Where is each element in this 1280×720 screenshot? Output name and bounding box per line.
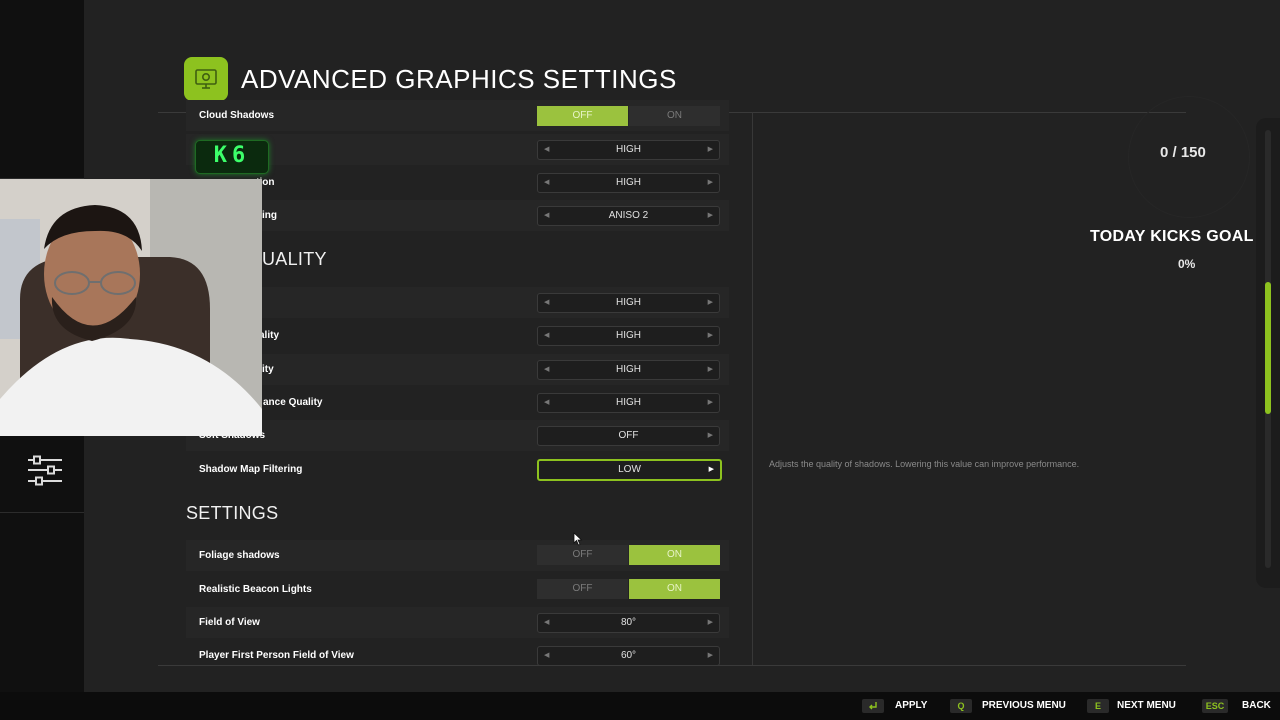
setting-selector[interactable]: ◀ ANISO 2 ▶ xyxy=(537,206,720,226)
setting-label: Field of View xyxy=(199,617,260,628)
setting-row-soft-shadows[interactable]: Soft Shadows OFF ▶ xyxy=(186,420,729,451)
setting-label: Foliage shadows xyxy=(199,550,280,561)
setting-row-field-of-view[interactable]: Field of View ◀ 80° ▶ xyxy=(186,607,729,638)
back-button[interactable]: ESC BACK xyxy=(1202,699,1276,713)
toggle-on-option[interactable]: ON xyxy=(629,545,720,565)
setting-label: ance Quality xyxy=(263,397,323,408)
setting-label: ity xyxy=(262,364,274,375)
setting-row-foliage-shadows[interactable]: Foliage shadows OFF ON xyxy=(186,540,729,571)
column-divider xyxy=(752,112,753,665)
setting-label: ality xyxy=(259,330,280,341)
key-hint: ESC xyxy=(1202,699,1228,713)
selector-value: LOW xyxy=(618,464,641,475)
selector-value: HIGH xyxy=(616,297,641,308)
previous-menu-button[interactable]: Q PREVIOUS MENU xyxy=(950,699,1070,713)
setting-selector[interactable]: ◀ HIGH ▶ xyxy=(537,326,720,346)
toggle-off-option[interactable]: OFF xyxy=(537,579,628,599)
toggle-off-option[interactable]: OFF xyxy=(537,545,628,565)
goal-progress-fill xyxy=(1265,282,1271,414)
selector-value: HIGH xyxy=(616,364,641,375)
selector-value: ANISO 2 xyxy=(608,210,649,221)
setting-row-first-person-fov[interactable]: Player First Person Field of View ◀ 60° … xyxy=(186,640,729,665)
cloud-shadows-toggle[interactable]: OFF ON xyxy=(537,106,720,126)
setting-row-realistic-beacon-lights[interactable]: Realistic Beacon Lights OFF ON xyxy=(186,574,729,605)
next-menu-button[interactable]: E NEXT MENU xyxy=(1087,699,1179,713)
foliage-shadows-toggle[interactable]: OFF ON xyxy=(537,545,720,565)
arrow-right-icon[interactable]: ▶ xyxy=(708,174,713,192)
setting-description: Adjusts the quality of shadows. Lowering… xyxy=(769,459,1080,469)
k6-badge: K6 xyxy=(195,140,269,174)
sidebar-divider xyxy=(0,512,84,513)
apply-button[interactable]: APPLY xyxy=(862,699,932,713)
setting-row-shadow-map-filtering[interactable]: Shadow Map Filtering LOW ▶ xyxy=(186,454,729,485)
setting-selector[interactable]: ◀ HIGH ▶ xyxy=(537,360,720,380)
setting-label: Realistic Beacon Lights xyxy=(199,584,312,595)
shadow-map-filtering-selector[interactable]: LOW ▶ xyxy=(537,459,722,481)
setting-selector[interactable]: ◀ HIGH ▶ xyxy=(537,140,720,160)
arrow-right-icon[interactable]: ▶ xyxy=(708,427,713,445)
arrow-right-icon[interactable]: ▶ xyxy=(708,141,713,159)
selector-value: HIGH xyxy=(616,177,641,188)
monitor-settings-icon xyxy=(184,57,228,101)
setting-label: ing xyxy=(262,210,277,221)
setting-row[interactable]: ance Quality ◀ HIGH ▶ xyxy=(186,387,729,418)
goal-percent: 0% xyxy=(1178,257,1196,271)
arrow-right-icon[interactable]: ▶ xyxy=(708,361,713,379)
enter-key-icon xyxy=(862,699,884,713)
page-title: ADVANCED GRAPHICS SETTINGS xyxy=(241,64,677,94)
selector-value: HIGH xyxy=(616,330,641,341)
arrow-right-icon[interactable]: ▶ xyxy=(708,294,713,312)
goal-title: TODAY KICKS GOAL xyxy=(1090,228,1254,245)
setting-selector[interactable]: ◀ HIGH ▶ xyxy=(537,293,720,313)
selector-value: 60° xyxy=(620,650,637,661)
section-title-settings: SETTINGS xyxy=(186,503,279,523)
setting-label: Player First Person Field of View xyxy=(199,650,354,661)
beacon-lights-toggle[interactable]: OFF ON xyxy=(537,579,720,599)
setting-label: Shadow Map Filtering xyxy=(199,464,303,475)
kick-counter: 0 / 150 xyxy=(1160,144,1206,161)
arrow-right-icon[interactable]: ▶ xyxy=(708,647,713,665)
bottom-divider xyxy=(158,665,1186,666)
mouse-cursor-icon xyxy=(573,532,583,546)
setting-row[interactable]: ality ◀ HIGH ▶ xyxy=(186,320,729,351)
selector-value: HIGH xyxy=(616,144,641,155)
key-hint: E xyxy=(1087,699,1109,713)
setting-selector[interactable]: ◀ HIGH ▶ xyxy=(537,173,720,193)
webcam-overlay xyxy=(0,179,262,436)
setting-label: Cloud Shadows xyxy=(199,110,274,121)
selector-value: OFF xyxy=(618,430,639,441)
setting-row[interactable]: ing ◀ ANISO 2 ▶ xyxy=(186,200,729,231)
arrow-right-icon[interactable]: ▶ xyxy=(708,394,713,412)
setting-row[interactable]: ity ◀ HIGH ▶ xyxy=(186,354,729,385)
footer-bar: APPLY Q PREVIOUS MENU E NEXT MENU ESC BA… xyxy=(0,692,1280,720)
setting-row[interactable]: ◀ HIGH ▶ xyxy=(186,287,729,318)
key-hint: Q xyxy=(950,699,972,713)
arrow-right-icon[interactable]: ▶ xyxy=(708,327,713,345)
setting-row-cloud-shadows[interactable]: Cloud Shadows OFF ON xyxy=(186,100,729,131)
back-label: BACK xyxy=(1242,700,1271,711)
selector-value: 80° xyxy=(620,617,637,628)
arrow-right-icon[interactable]: ▶ xyxy=(709,461,714,479)
sliders-icon[interactable] xyxy=(28,455,62,487)
setting-selector[interactable]: OFF ▶ xyxy=(537,426,720,446)
arrow-right-icon[interactable]: ▶ xyxy=(708,614,713,632)
apply-label: APPLY xyxy=(895,700,928,711)
toggle-on-option[interactable]: ON xyxy=(629,106,720,126)
previous-menu-label: PREVIOUS MENU xyxy=(982,700,1066,711)
next-menu-label: NEXT MENU xyxy=(1117,700,1176,711)
arrow-right-icon[interactable]: ▶ xyxy=(708,207,713,225)
toggle-on-option[interactable]: ON xyxy=(629,579,720,599)
selector-value: HIGH xyxy=(616,397,641,408)
first-person-fov-selector[interactable]: ◀ 60° ▶ xyxy=(537,646,720,665)
badge-text: K6 xyxy=(213,143,251,168)
setting-selector[interactable]: ◀ HIGH ▶ xyxy=(537,393,720,413)
field-of-view-selector[interactable]: ◀ 80° ▶ xyxy=(537,613,720,633)
section-title-quality: UALITY xyxy=(262,249,327,269)
toggle-off-option[interactable]: OFF xyxy=(537,106,628,126)
